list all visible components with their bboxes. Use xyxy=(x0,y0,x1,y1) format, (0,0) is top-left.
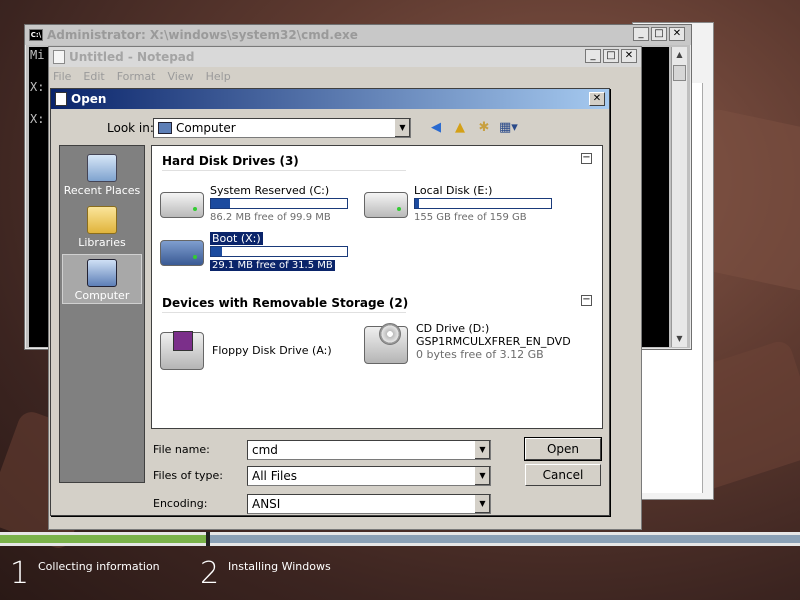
drive-cd[interactable]: CD Drive (D:) GSP1RMCULXFRER_EN_DVD 0 by… xyxy=(364,322,584,372)
step-label: Installing Windows xyxy=(228,560,331,573)
menu-help[interactable]: Help xyxy=(206,70,231,83)
usage-bar xyxy=(210,198,348,209)
close-button[interactable]: ✕ xyxy=(621,49,637,63)
drive-local-disk[interactable]: Local Disk (E:) 155 GB free of 159 GB xyxy=(364,184,564,228)
drive-name: Local Disk (E:) xyxy=(414,184,493,197)
encoding-value: ANSI xyxy=(252,497,281,511)
dialog-title: Open xyxy=(71,92,107,106)
files-of-type-label: Files of type: xyxy=(153,469,224,482)
places-bar: Recent Places Libraries Computer xyxy=(59,145,145,483)
scroll-down-icon[interactable]: ▼ xyxy=(672,331,687,347)
menu-file[interactable]: File xyxy=(53,70,71,83)
floppy-drive-icon xyxy=(160,331,204,370)
recent-places-icon xyxy=(87,154,117,182)
notepad-icon xyxy=(53,50,65,64)
chevron-down-icon[interactable]: ▼ xyxy=(394,119,410,137)
place-label: Libraries xyxy=(78,236,126,249)
setup-progress xyxy=(0,532,800,546)
up-folder-icon[interactable]: ▲ xyxy=(451,119,469,137)
look-in-select[interactable]: Computer ▼ xyxy=(153,118,411,138)
chevron-down-icon[interactable]: ▼ xyxy=(474,495,490,513)
scroll-up-icon[interactable]: ▲ xyxy=(672,47,687,63)
place-recent-places[interactable]: Recent Places xyxy=(62,150,142,200)
notepad-title-bar[interactable]: Untitled - Notepad xyxy=(49,47,641,67)
drive-name: Boot (X:) xyxy=(210,232,263,245)
menu-format[interactable]: Format xyxy=(117,70,156,83)
step-number: 2 xyxy=(200,556,220,591)
close-button[interactable]: ✕ xyxy=(669,27,685,41)
drive-free-space: 155 GB free of 159 GB xyxy=(414,212,527,223)
scroll-thumb[interactable] xyxy=(673,65,686,81)
menu-edit[interactable]: Edit xyxy=(83,70,104,83)
drive-name: CD Drive (D:) xyxy=(416,322,490,335)
cmd-title: Administrator: X:\windows\system32\cmd.e… xyxy=(47,28,358,42)
place-libraries[interactable]: Libraries xyxy=(62,202,142,252)
cmd-icon: C:\ xyxy=(29,29,43,41)
libraries-icon xyxy=(87,206,117,234)
divider xyxy=(162,170,406,171)
place-label: Recent Places xyxy=(63,184,141,197)
collapse-icon[interactable]: − xyxy=(581,295,592,306)
menu-view[interactable]: View xyxy=(168,70,194,83)
look-in-label: Look in: xyxy=(107,121,154,135)
step-number: 1 xyxy=(10,556,30,591)
group-header-removable-storage: Devices with Removable Storage (2) xyxy=(162,296,409,310)
file-name-label: File name: xyxy=(153,443,210,456)
progress-remaining xyxy=(210,535,800,543)
drive-floppy[interactable]: Floppy Disk Drive (A:) xyxy=(160,328,380,378)
step-label: Collecting information xyxy=(38,560,160,573)
file-name-input[interactable]: cmd ▼ xyxy=(247,440,491,460)
divider xyxy=(162,312,406,313)
computer-icon xyxy=(158,122,172,134)
back-icon[interactable]: ◀ xyxy=(427,119,445,137)
usage-bar xyxy=(414,198,552,209)
file-name-value: cmd xyxy=(252,443,278,457)
new-folder-icon[interactable]: ✱ xyxy=(475,119,493,137)
look-in-value: Computer xyxy=(176,121,236,135)
view-menu-icon[interactable]: ▦▾ xyxy=(499,119,518,137)
chevron-down-icon[interactable]: ▼ xyxy=(474,441,490,459)
drive-label: GSP1RMCULXFRER_EN_DVD xyxy=(416,335,571,348)
dialog-icon xyxy=(55,92,67,106)
files-of-type-select[interactable]: All Files ▼ xyxy=(247,466,491,486)
cmd-title-bar[interactable]: C:\ Administrator: X:\windows\system32\c… xyxy=(25,25,691,45)
minimize-button[interactable]: _ xyxy=(585,49,601,63)
hard-drive-icon xyxy=(364,192,408,218)
hard-drive-icon xyxy=(160,192,204,218)
dialog-title-bar[interactable]: Open xyxy=(51,89,609,109)
minimize-button[interactable]: _ xyxy=(633,27,649,41)
drive-boot[interactable]: Boot (X:) 29.1 MB free of 31.5 MB xyxy=(160,232,360,276)
maximize-button[interactable]: □ xyxy=(651,27,667,41)
close-button[interactable]: ✕ xyxy=(589,92,605,106)
drive-system-reserved[interactable]: System Reserved (C:) 86.2 MB free of 99.… xyxy=(160,184,360,228)
notepad-title: Untitled - Notepad xyxy=(69,50,195,64)
place-computer[interactable]: Computer xyxy=(62,254,142,304)
cmd-scrollbar[interactable]: ▲ ▼ xyxy=(671,47,687,347)
drive-free-space: 29.1 MB free of 31.5 MB xyxy=(210,260,335,271)
cd-drive-icon xyxy=(364,323,408,364)
encoding-label: Encoding: xyxy=(153,497,208,510)
computer-icon xyxy=(87,259,117,287)
open-dialog[interactable]: Open ✕ Look in: Computer ▼ ◀ ▲ ✱ ▦▾ Rece… xyxy=(50,88,610,516)
drive-free-space: 86.2 MB free of 99.9 MB xyxy=(210,212,331,223)
cancel-button[interactable]: Cancel xyxy=(525,464,601,486)
dialog-toolbar: ◀ ▲ ✱ ▦▾ xyxy=(427,119,518,137)
chevron-down-icon[interactable]: ▼ xyxy=(474,467,490,485)
file-list[interactable]: Hard Disk Drives (3) − System Reserved (… xyxy=(151,145,603,429)
group-header-hard-disk-drives: Hard Disk Drives (3) xyxy=(162,154,299,168)
progress-done xyxy=(0,535,206,543)
hard-drive-icon xyxy=(160,240,204,266)
drive-name: Floppy Disk Drive (A:) xyxy=(212,344,332,357)
collapse-icon[interactable]: − xyxy=(581,153,592,164)
open-button[interactable]: Open xyxy=(524,437,602,461)
files-of-type-value: All Files xyxy=(252,469,298,483)
encoding-select[interactable]: ANSI ▼ xyxy=(247,494,491,514)
usage-bar xyxy=(210,246,348,257)
drive-name: System Reserved (C:) xyxy=(210,184,330,197)
menu-bar: File Edit Format View Help xyxy=(49,67,641,85)
maximize-button[interactable]: □ xyxy=(603,49,619,63)
place-label: Computer xyxy=(74,289,130,302)
drive-free-space: 0 bytes free of 3.12 GB xyxy=(416,348,544,361)
